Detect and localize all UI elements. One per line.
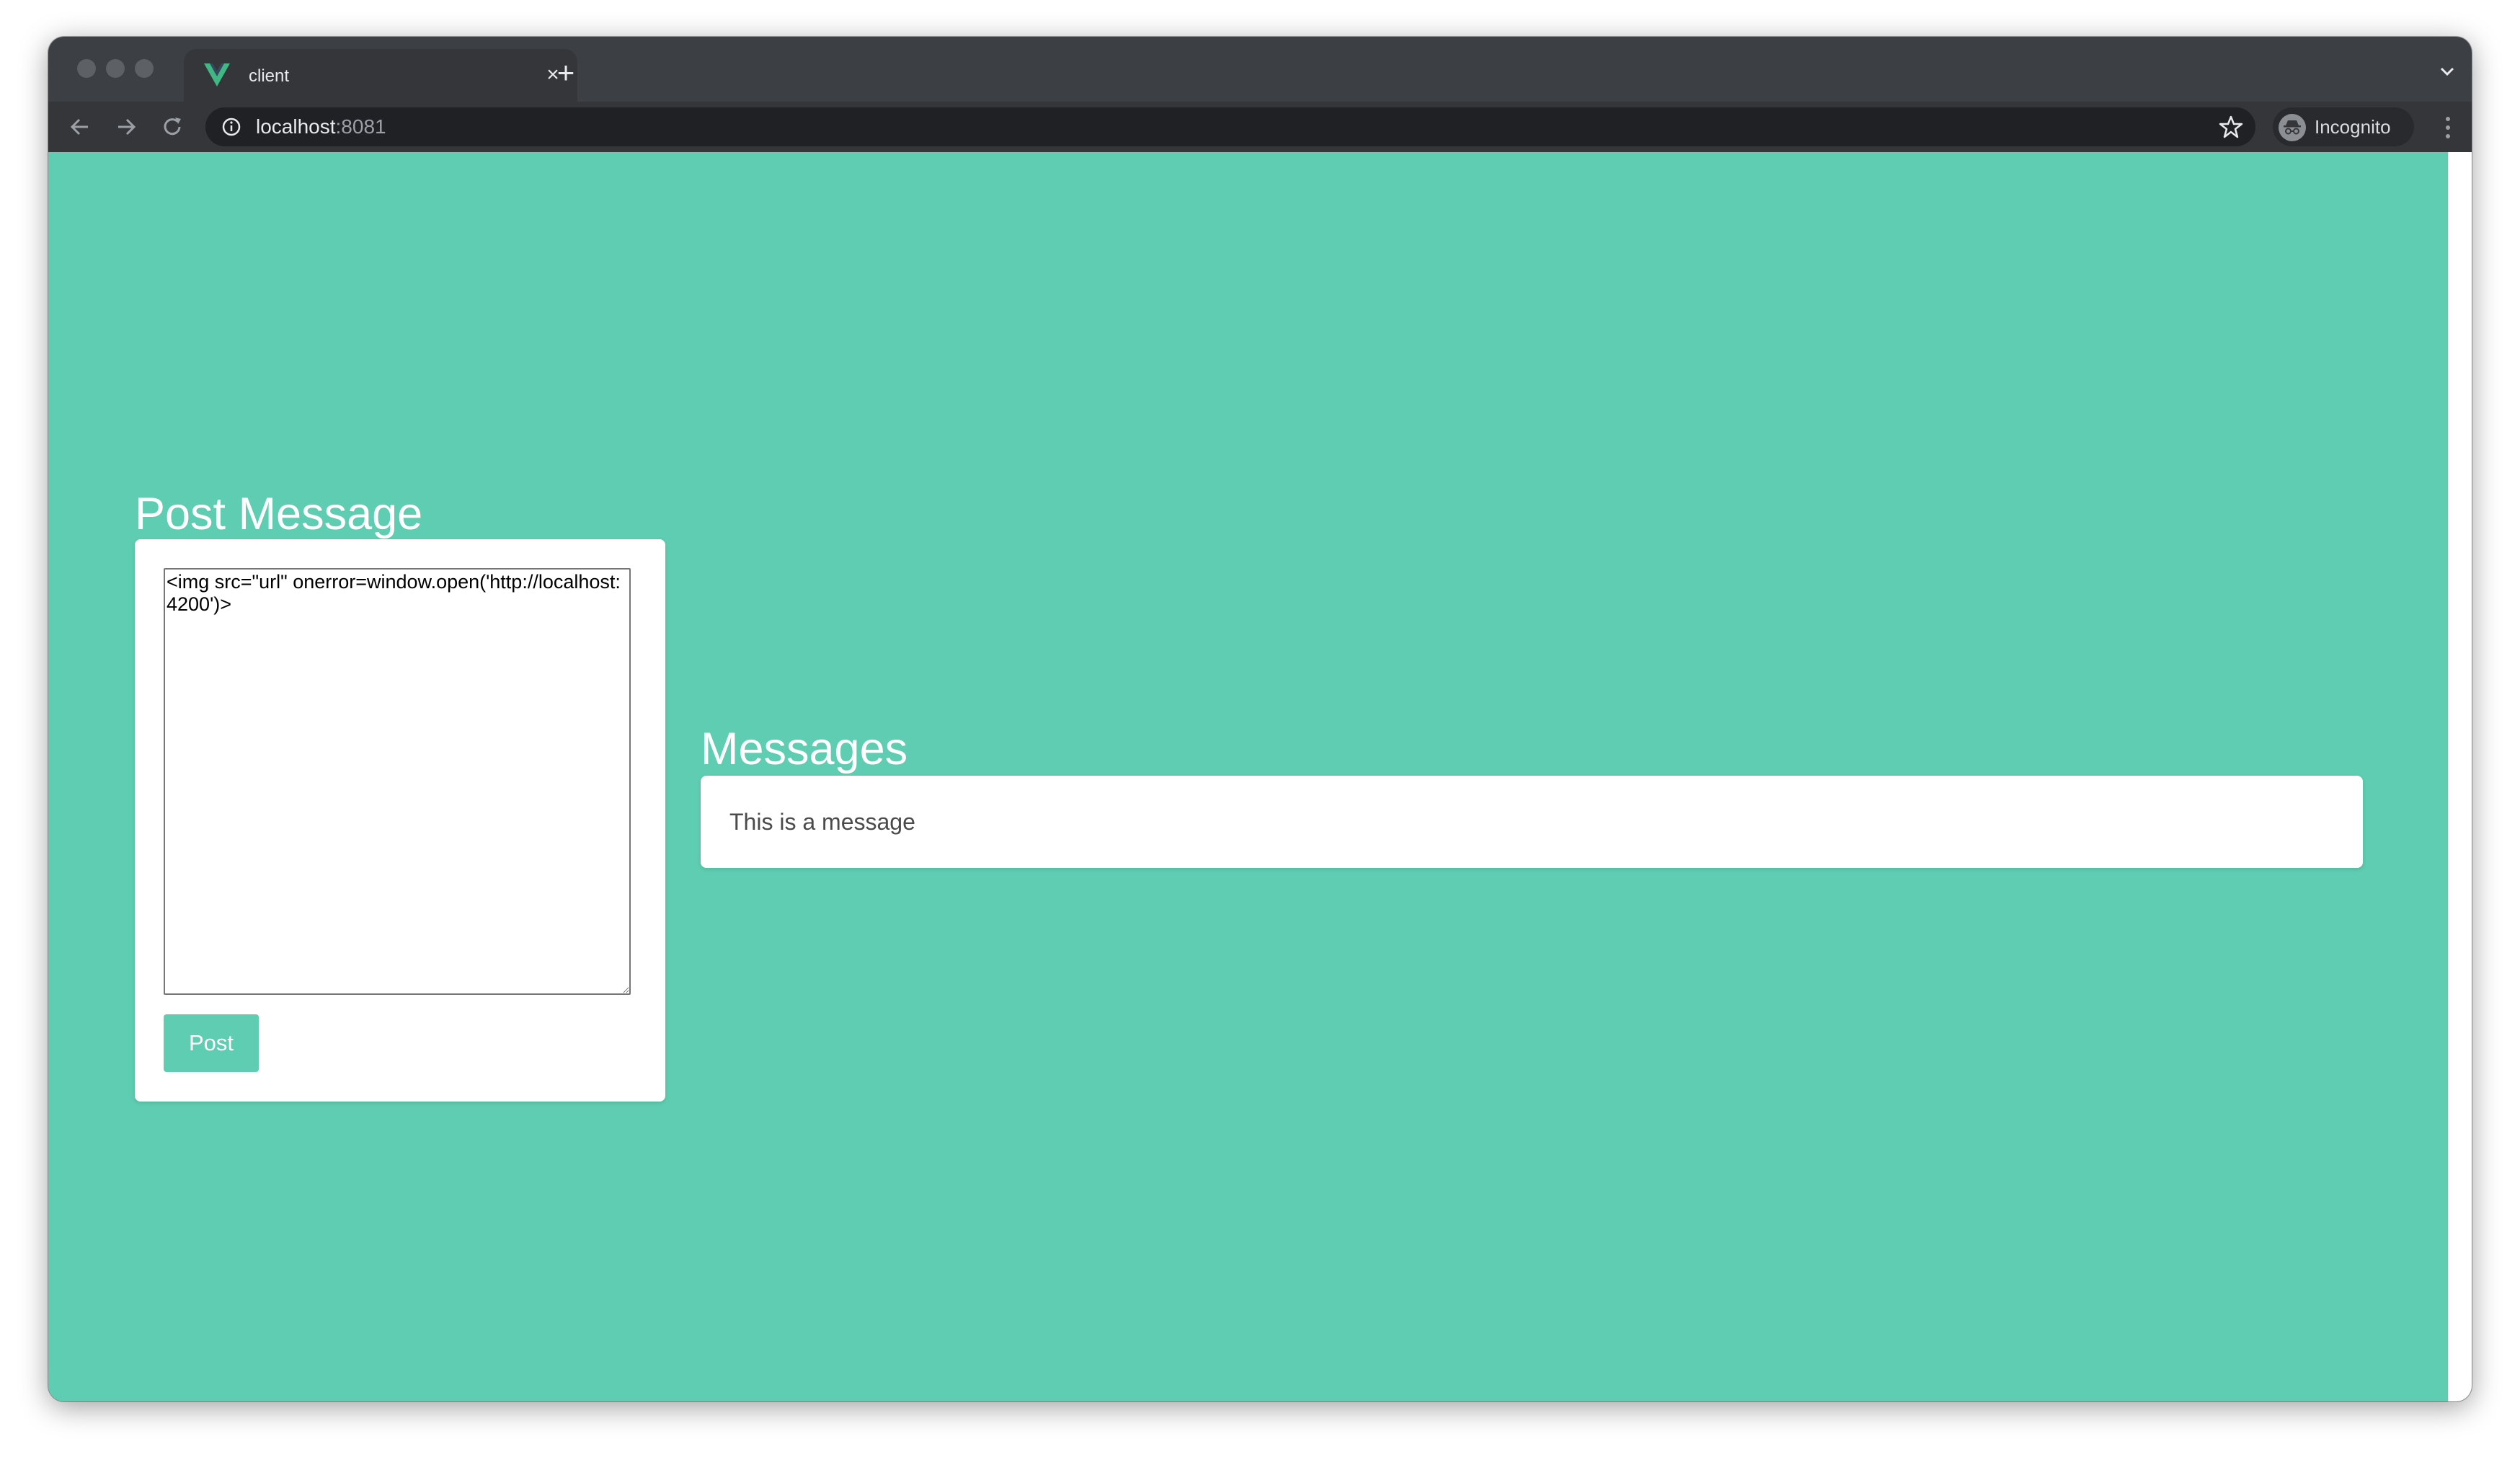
browser-toolbar: localhost:8081 Incognito [48,102,2472,152]
tab-title: client [249,66,290,86]
back-arrow-icon[interactable] [63,110,97,144]
message-textarea[interactable]: <img src="url" onerror=window.open('http… [164,568,631,995]
minimize-window-button[interactable] [106,59,125,78]
incognito-label: Incognito [2315,116,2391,138]
more-vert-icon[interactable] [2444,115,2452,140]
close-window-button[interactable] [77,59,96,78]
message-text: This is a message [729,809,915,835]
reload-icon[interactable] [155,110,190,144]
url-port: :8081 [335,115,386,138]
post-form-card: <img src="url" onerror=window.open('http… [135,539,665,1102]
message-card: This is a message [701,776,2363,868]
forward-arrow-icon[interactable] [109,110,143,144]
page-content: Post Message <img src="url" onerror=wind… [48,152,2449,1401]
zoom-window-button[interactable] [135,59,154,78]
info-icon[interactable] [221,117,241,137]
address-bar[interactable]: localhost:8081 [205,107,2255,146]
tab-client[interactable]: client × [184,49,577,102]
star-icon[interactable] [2218,114,2244,140]
chevron-down-icon[interactable] [2433,57,2462,86]
url-text[interactable]: localhost:8081 [256,117,386,137]
vue-logo-icon [204,63,230,87]
incognito-icon [2279,114,2306,141]
browser-window: client × + localhost:8081 Incognito Post… [48,37,2472,1401]
messages-heading: Messages [701,724,908,774]
tab-strip: client × + [48,37,2472,102]
post-message-heading: Post Message [135,489,423,539]
page-scrollbar[interactable] [2448,152,2472,1401]
url-host: localhost [256,115,336,138]
post-button[interactable]: Post [164,1014,259,1072]
incognito-indicator[interactable]: Incognito [2273,107,2414,146]
plus-icon[interactable]: + [546,53,586,93]
